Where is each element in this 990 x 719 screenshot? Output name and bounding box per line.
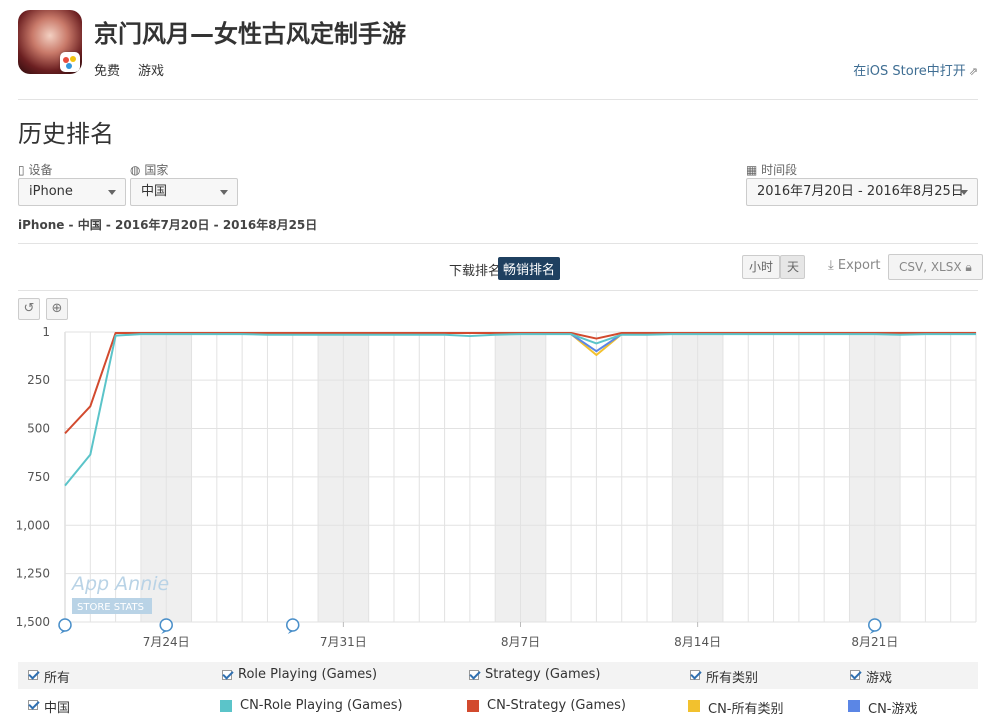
watermark-line2: STORE STATS (77, 602, 144, 613)
event-marker-icon[interactable] (286, 618, 300, 634)
y-tick-label: 250 (27, 373, 50, 387)
app-badge-icon (60, 52, 80, 72)
checkbox-china[interactable] (28, 700, 38, 710)
country-filter-label: ◍ 国家 (130, 163, 169, 177)
swatch-cn-all-categories (688, 700, 700, 712)
tab-download-rank[interactable]: 下载排名 (444, 258, 506, 281)
open-in-store-label: 在iOS Store中打开 (853, 64, 966, 79)
header-divider (18, 99, 978, 100)
download-icon: ⤓ (828, 258, 834, 273)
x-tick-label: 7月31日 (320, 635, 367, 649)
x-tick-label: 8月7日 (501, 635, 540, 649)
legend-cn-strategy[interactable]: CN-Strategy (Games) (487, 698, 626, 713)
checkbox-all-categories[interactable] (690, 670, 700, 680)
zoom-button[interactable]: ⊕ (46, 298, 68, 320)
hour-granularity-button[interactable]: 小时 (742, 255, 780, 279)
watermark-line1: App Annie (70, 573, 169, 595)
app-icon (18, 10, 82, 74)
app-title: 京门风月—女性古风定制手游 (94, 20, 406, 48)
event-marker-icon[interactable] (868, 618, 882, 634)
y-tick-label: 500 (27, 422, 50, 436)
device-filter-label: ▯ 设备 (18, 163, 53, 177)
undo-icon: ↺ (23, 301, 35, 316)
external-link-icon: ⇗ (968, 65, 978, 78)
event-marker-bubble (868, 618, 882, 632)
chevron-down-icon (220, 190, 228, 195)
y-tick-label: 1,000 (16, 518, 50, 532)
swatch-cn-strategy (467, 700, 479, 712)
event-marker-bubble (286, 618, 300, 632)
legend-cn-games[interactable]: CN-游戏 (868, 698, 918, 717)
checkbox-strategy[interactable] (469, 670, 479, 680)
globe-icon: ◍ (130, 163, 141, 177)
zoom-icon: ⊕ (51, 301, 63, 316)
country-select[interactable]: 中国 (130, 178, 238, 206)
legend-china[interactable]: 中国 (44, 697, 70, 716)
export-button[interactable]: ⤓ Export (828, 258, 880, 273)
y-tick-label: 1,500 (16, 615, 50, 629)
toolbar-divider (18, 290, 978, 291)
legend-cn-all-categories[interactable]: CN-所有类别 (708, 698, 784, 717)
section-title: 历史排名 (18, 120, 114, 148)
device-select[interactable]: iPhone (18, 178, 126, 206)
lock-icon: 🔒︎ (965, 260, 972, 274)
swatch-cn-games (848, 700, 860, 712)
legend-category-row: 所有 Role Playing (Games) Strategy (Games)… (18, 662, 978, 689)
app-category-link[interactable]: 游戏 (138, 60, 164, 79)
legend-all-categories[interactable]: 所有类别 (706, 667, 758, 686)
calendar-icon: ▦ (746, 163, 758, 177)
event-marker-bubble (58, 618, 72, 632)
open-in-store-link[interactable]: 在iOS Store中打开 ⇗ (853, 60, 978, 79)
rank-history-chart[interactable]: 1 250 500 750 1,000 1,250 1,500 7月24日 7月31日 8月7日… (0, 318, 990, 658)
tab-grossing-rank[interactable]: 畅销排名 (498, 257, 561, 280)
event-marker-icon[interactable] (159, 618, 173, 634)
swatch-cn-role-playing (220, 700, 232, 712)
reset-zoom-button[interactable]: ↺ (18, 298, 40, 320)
app-price: 免费 (94, 64, 121, 79)
legend-all[interactable]: 所有 (44, 667, 70, 686)
checkbox-games[interactable] (850, 670, 860, 680)
day-granularity-button[interactable]: 天 (780, 255, 805, 279)
x-tick-label: 8月21日 (851, 635, 898, 649)
legend-games[interactable]: 游戏 (866, 667, 892, 686)
legend-strategy[interactable]: Strategy (Games) (485, 667, 600, 682)
chevron-down-icon (108, 190, 116, 195)
event-marker-icon[interactable] (58, 618, 72, 634)
event-marker-bubble (159, 618, 173, 632)
y-tick-label: 750 (27, 470, 50, 484)
legend-series-row: 中国 CN-Role Playing (Games) CN-Strategy (… (18, 692, 978, 719)
period-filter-label: ▦ 时间段 (746, 163, 798, 177)
csv-xlsx-button[interactable]: CSV, XLSX 🔒︎ (888, 254, 983, 280)
period-select[interactable]: 2016年7月20日 - 2016年8月25日 (746, 178, 978, 206)
chevron-down-icon (960, 190, 968, 195)
filter-summary: iPhone - 中国 - 2016年7月20日 - 2016年8月25日 (18, 218, 318, 232)
x-tick-label: 8月14日 (674, 635, 721, 649)
checkbox-role-playing[interactable] (222, 670, 232, 680)
legend-cn-role-playing[interactable]: CN-Role Playing (Games) (240, 698, 403, 713)
checkbox-all[interactable] (28, 670, 38, 680)
device-icon: ▯ (18, 163, 25, 177)
y-tick-label: 1 (42, 325, 50, 339)
y-tick-label: 1,250 (16, 567, 50, 581)
summary-divider (18, 243, 978, 244)
legend-role-playing[interactable]: Role Playing (Games) (238, 667, 377, 682)
x-tick-label: 7月24日 (143, 635, 190, 649)
